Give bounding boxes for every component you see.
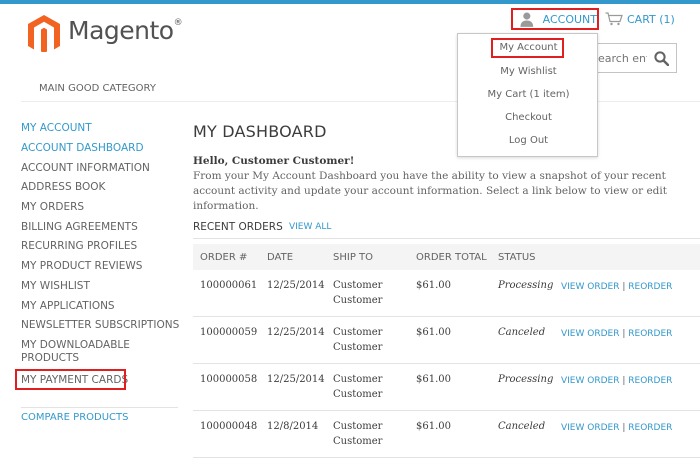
account-dropdown: My Account My Wishlist My Cart (1 item) … xyxy=(457,33,598,157)
ship-to: Customer Customer xyxy=(326,363,409,411)
view-all-link[interactable]: VIEW ALL xyxy=(289,222,331,232)
order-status: Canceled xyxy=(491,316,554,364)
sidebar-item-my-product-reviews[interactable]: MY PRODUCT REVIEWS xyxy=(21,260,142,273)
table-row: 100000058 12/25/2014 Customer Customer $6… xyxy=(193,363,700,411)
order-date: 12/25/2014 xyxy=(260,270,326,317)
reorder-link[interactable]: REORDER xyxy=(628,282,672,292)
order-actions: VIEW ORDER | REORDER xyxy=(554,410,700,458)
order-actions: VIEW ORDER | REORDER xyxy=(554,316,700,364)
welcome-heading: Hello, Customer Customer! xyxy=(193,155,355,167)
order-actions: VIEW ORDER | REORDER xyxy=(554,363,700,411)
magento-logo-icon xyxy=(28,15,60,52)
dropdown-item-my-account[interactable]: My Account xyxy=(458,42,599,53)
order-date: 12/25/2014 xyxy=(260,316,326,364)
page-title: MY DASHBOARD xyxy=(193,122,327,141)
search-button[interactable] xyxy=(646,44,676,72)
col-ship-to: SHIP TO xyxy=(326,244,409,270)
sidebar-item-billing-agreements[interactable]: BILLING AGREEMENTS xyxy=(21,221,138,234)
recent-orders-divider xyxy=(193,238,700,239)
account-link[interactable]: ACCOUNT xyxy=(511,8,599,30)
cart-label: CART (1) xyxy=(627,12,675,26)
sidebar-item-my-applications[interactable]: MY APPLICATIONS xyxy=(21,300,115,313)
view-order-link[interactable]: VIEW ORDER xyxy=(561,423,619,433)
sidebar-item-my-downloadable-products[interactable]: MY DOWNLOADABLE PRODUCTS xyxy=(21,339,161,365)
ship-to: Customer Customer xyxy=(326,410,409,458)
order-number: 100000058 xyxy=(193,363,260,411)
order-status: Canceled xyxy=(491,410,554,458)
sidebar-item-newsletter-subscriptions[interactable]: NEWSLETTER SUBSCRIPTIONS xyxy=(21,319,179,332)
order-total: $61.00 xyxy=(409,363,491,411)
dropdown-item-checkout[interactable]: Checkout xyxy=(458,112,599,123)
my-payment-cards-highlight xyxy=(15,369,126,390)
order-date: 12/8/2014 xyxy=(260,410,326,458)
col-actions xyxy=(554,244,700,270)
dropdown-item-my-cart[interactable]: My Cart (1 item) xyxy=(458,89,599,100)
order-date: 12/25/2014 xyxy=(260,363,326,411)
order-status: Processing xyxy=(491,270,554,317)
sidebar-compare-products-title: COMPARE PRODUCTS xyxy=(21,412,129,423)
order-status: Processing xyxy=(491,363,554,411)
user-icon xyxy=(520,12,534,27)
recent-orders-title: RECENT ORDERS xyxy=(193,221,283,233)
table-row: 100000048 12/8/2014 Customer Customer $61… xyxy=(193,410,700,458)
action-separator: | xyxy=(622,329,626,339)
sidebar-item-recurring-profiles[interactable]: RECURRING PROFILES xyxy=(21,240,137,253)
view-order-link[interactable]: VIEW ORDER xyxy=(561,329,619,339)
order-number: 100000048 xyxy=(193,410,260,458)
col-order-total: ORDER TOTAL xyxy=(409,244,491,270)
dashboard-intro-text: From your My Account Dashboard you have … xyxy=(193,170,667,212)
dropdown-item-my-wishlist[interactable]: My Wishlist xyxy=(458,66,599,77)
cart-icon xyxy=(605,12,623,26)
ship-to: Customer Customer xyxy=(326,316,409,364)
sidebar-item-account-dashboard[interactable]: ACCOUNT DASHBOARD xyxy=(21,142,144,155)
order-actions: VIEW ORDER | REORDER xyxy=(554,270,700,317)
order-number: 100000059 xyxy=(193,316,260,364)
sidebar-divider xyxy=(21,407,178,408)
action-separator: | xyxy=(622,376,626,386)
sidebar-item-my-wishlist[interactable]: MY WISHLIST xyxy=(21,280,90,293)
order-number: 100000061 xyxy=(193,270,260,317)
table-row: 100000061 12/25/2014 Customer Customer $6… xyxy=(193,270,700,317)
sidebar-item-my-orders[interactable]: MY ORDERS xyxy=(21,201,84,214)
action-separator: | xyxy=(622,423,626,433)
order-total: $61.00 xyxy=(409,316,491,364)
reorder-link[interactable]: REORDER xyxy=(628,376,672,386)
col-status: STATUS xyxy=(491,244,554,270)
logo-wordmark[interactable]: Magento® xyxy=(68,16,183,45)
sidebar-title: MY ACCOUNT xyxy=(21,122,92,134)
cart-link[interactable]: CART (1) xyxy=(605,12,675,26)
table-row: 100000059 12/25/2014 Customer Customer $6… xyxy=(193,316,700,364)
account-label: ACCOUNT xyxy=(542,12,597,26)
reorder-link[interactable]: REORDER xyxy=(628,329,672,339)
top-accent-bar xyxy=(0,0,700,4)
search-icon xyxy=(653,50,669,66)
sidebar-item-address-book[interactable]: ADDRESS BOOK xyxy=(21,181,105,194)
table-header-row: ORDER # DATE SHIP TO ORDER TOTAL STATUS xyxy=(193,244,700,270)
sidebar-item-account-information[interactable]: ACCOUNT INFORMATION xyxy=(21,162,150,175)
action-separator: | xyxy=(622,282,626,292)
reorder-link[interactable]: REORDER xyxy=(628,423,672,433)
col-date: DATE xyxy=(260,244,326,270)
order-total: $61.00 xyxy=(409,270,491,317)
logo-registered-mark: ® xyxy=(173,18,183,28)
recent-orders-table: ORDER # DATE SHIP TO ORDER TOTAL STATUS … xyxy=(193,244,700,458)
view-order-link[interactable]: VIEW ORDER xyxy=(561,376,619,386)
col-order-number: ORDER # xyxy=(193,244,260,270)
ship-to: Customer Customer xyxy=(326,270,409,317)
nav-item-main-good-category[interactable]: MAIN GOOD CATEGORY xyxy=(39,83,156,94)
view-order-link[interactable]: VIEW ORDER xyxy=(561,282,619,292)
order-total: $61.00 xyxy=(409,410,491,458)
dropdown-item-log-out[interactable]: Log Out xyxy=(458,135,599,146)
